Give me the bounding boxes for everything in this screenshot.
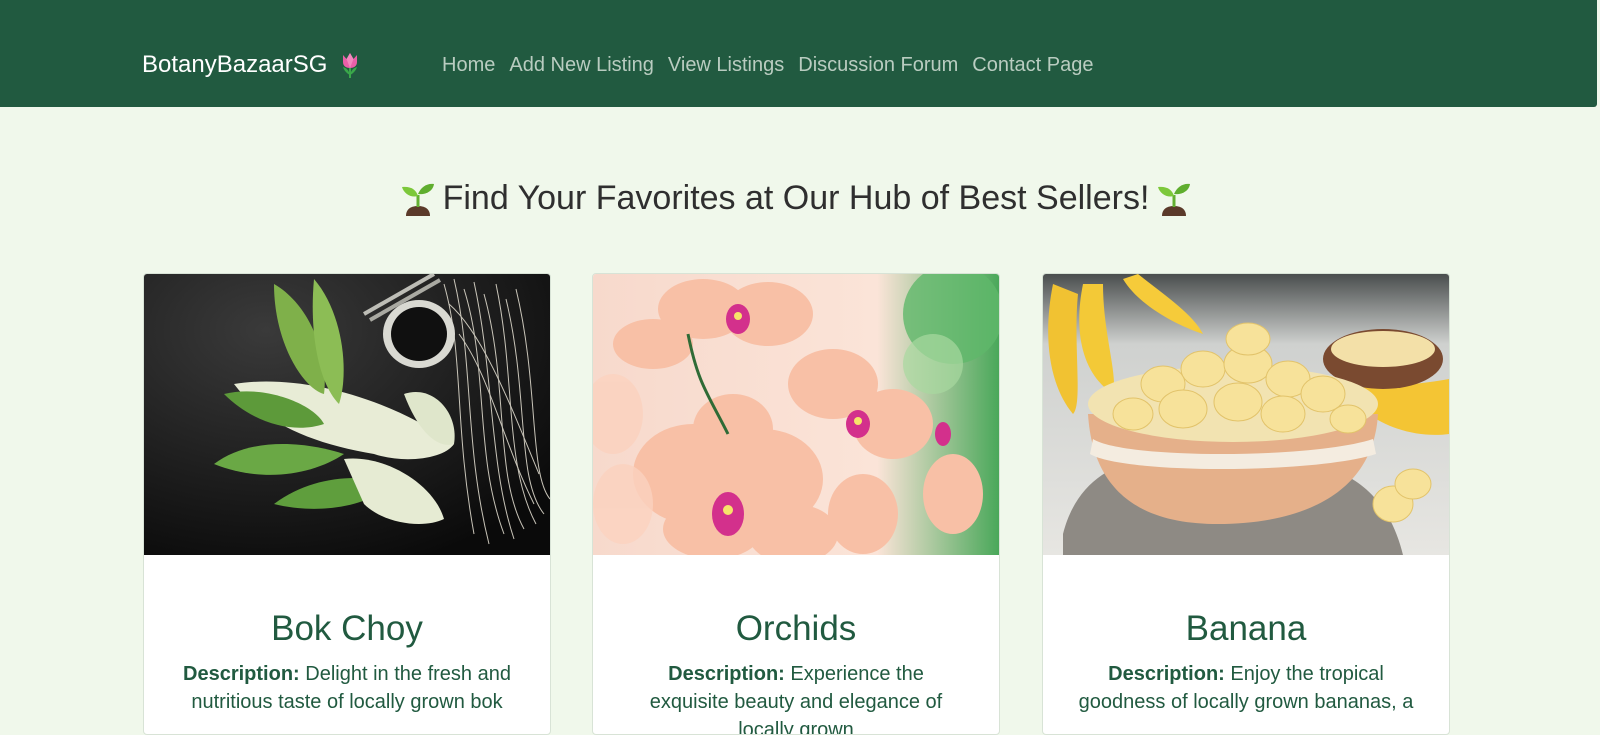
nav-links: Home Add New Listing View Listings Discu… xyxy=(442,53,1094,77)
nav-discussion-forum[interactable]: Discussion Forum xyxy=(798,53,958,77)
product-card-bok-choy[interactable]: Bok Choy Description: Delight in the fre… xyxy=(143,273,551,735)
nav-home[interactable]: Home xyxy=(442,53,495,77)
description-label: Description: xyxy=(668,663,785,685)
product-card-banana[interactable]: Banana Description: Enjoy the tropical g… xyxy=(1042,273,1450,735)
orchids-photo xyxy=(593,274,999,555)
nav-view-listings[interactable]: View Listings xyxy=(668,53,784,77)
seedling-icon xyxy=(401,183,434,216)
nav-add-new-listing[interactable]: Add New Listing xyxy=(509,53,654,77)
product-card-orchids[interactable]: Orchids Description: Experience the exqu… xyxy=(592,273,1000,735)
seedling-icon xyxy=(1158,183,1191,216)
description-label: Description: xyxy=(183,663,300,685)
banana-photo xyxy=(1043,274,1449,555)
description-label: Description: xyxy=(1108,663,1225,685)
brand-link[interactable]: BotanyBazaarSG xyxy=(142,50,361,80)
page-headline: Find Your Favorites at Our Hub of Best S… xyxy=(0,178,1592,218)
card-title: Orchids xyxy=(735,609,857,648)
headline-text: Find Your Favorites at Our Hub of Best S… xyxy=(442,179,1150,217)
card-title: Bok Choy xyxy=(271,609,423,648)
card-description: Description: Experience the exquisite be… xyxy=(628,660,964,734)
bok-choy-photo xyxy=(144,274,550,555)
tulip-icon xyxy=(343,53,358,78)
top-navbar: BotanyBazaarSG Home Add New Listing View… xyxy=(0,0,1597,107)
nav-contact-page[interactable]: Contact Page xyxy=(972,53,1093,77)
card-description: Description: Delight in the fresh and nu… xyxy=(179,660,515,716)
brand-name: BotanyBazaarSG xyxy=(142,51,328,78)
card-title: Banana xyxy=(1185,609,1307,648)
card-description: Description: Enjoy the tropical goodness… xyxy=(1078,660,1414,716)
